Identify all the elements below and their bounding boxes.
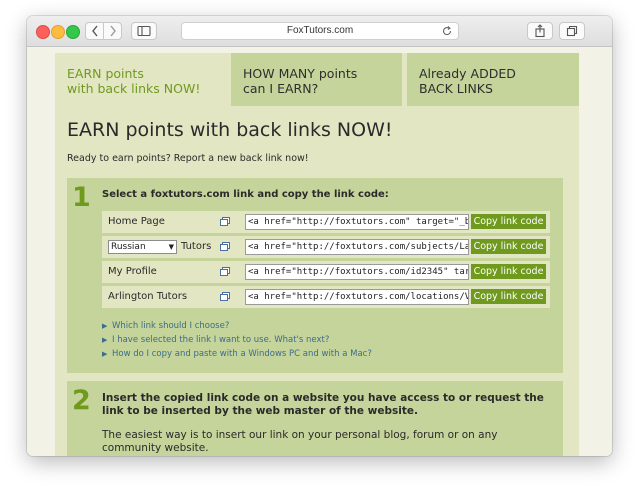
help-link-text: Which link should I choose? [112,321,230,331]
help-link-whats-next[interactable]: ▶ I have selected the link I want to use… [102,333,372,347]
share-button[interactable] [527,22,553,40]
link-code-field[interactable]: <a href="http://foxtutors.com/id2345" ta… [245,264,469,280]
browser-toolbar: FoxTutors.com [27,16,612,47]
address-bar[interactable]: FoxTutors.com [181,22,459,40]
copy-icon[interactable] [219,266,231,278]
minimize-window-button[interactable] [51,25,65,39]
sidebar-toggle-button[interactable] [131,22,157,40]
tabs-overview-button[interactable] [559,22,585,40]
link-row-arlington-tutors: Arlington Tutors <a href="http://foxtuto… [102,286,550,308]
chevron-left-icon [91,25,98,37]
step-description: The easiest way is to insert our link on… [102,429,498,454]
dropdown-arrow-icon: ▼ [168,243,174,251]
step-number: 1 [72,182,91,213]
step-title: Select a foxtutors.com link and copy the… [102,189,389,200]
browser-window: FoxTutors.com + EARN points with back li… [27,16,612,456]
zoom-window-button[interactable] [66,25,80,39]
page-title: EARN points with back links NOW! [67,119,393,141]
step-title: Insert the copied link code on a website… [102,392,544,417]
tab-label-line1: EARN points [67,66,144,81]
step-1-panel: 1 Select a foxtutors.com link and copy t… [67,178,563,373]
row-label: My Profile [108,266,157,277]
bullet-arrow-icon: ▶ [102,322,108,330]
chevron-right-icon [109,25,116,37]
link-row-home-page: Home Page <a href="http://foxtutors.com"… [102,211,550,233]
url-text: FoxTutors.com [286,25,354,36]
tab-label-line1: HOW MANY points [243,66,358,81]
bullet-arrow-icon: ▶ [102,350,108,358]
tab-how-many-points[interactable]: HOW MANY points can I EARN? [231,53,402,106]
share-icon [535,24,545,38]
link-code-field[interactable]: <a href="http://foxtutors.com" target="_… [245,214,469,230]
help-link-copy-paste[interactable]: ▶ How do I copy and paste with a Windows… [102,347,372,361]
copy-icon[interactable] [219,216,231,228]
page-content: EARN points with back links NOW! HOW MAN… [27,47,612,456]
step-number: 2 [72,385,91,416]
reload-icon[interactable] [441,25,453,37]
tab-label-line2: with back links NOW! [67,81,201,96]
link-row-my-profile: My Profile <a href="http://foxtutors.com… [102,261,550,283]
tab-label-line1: Already ADDED [419,66,516,81]
help-link-which-link[interactable]: ▶ Which link should I choose? [102,319,372,333]
sidebar-icon [137,25,151,37]
copy-link-code-button[interactable]: Copy link code [471,214,546,229]
link-code-table: Home Page <a href="http://foxtutors.com"… [102,211,550,311]
tab-earn-points[interactable]: EARN points with back links NOW! [55,53,226,106]
content-box: EARN points with back links NOW! HOW MAN… [55,53,579,456]
intro-text: Ready to earn points? Report a new back … [67,153,309,164]
row-label-suffix: Tutors [181,241,212,252]
copy-link-code-button[interactable]: Copy link code [471,239,546,254]
step-2-panel: 2 Insert the copied link code on a websi… [67,381,563,456]
close-window-button[interactable] [36,25,50,39]
copy-icon[interactable] [219,241,231,253]
copy-icon[interactable] [219,291,231,303]
bullet-arrow-icon: ▶ [102,336,108,344]
row-label: Arlington Tutors [108,291,188,302]
back-button[interactable] [85,22,104,40]
language-select[interactable]: Russian ▼ [108,240,177,254]
copy-link-code-button[interactable]: Copy link code [471,289,546,304]
link-code-field[interactable]: <a href="http://foxtutors.com/locations/… [245,289,469,305]
row-label: Home Page [108,216,165,227]
tabs-overview-icon [566,25,578,37]
help-link-text: How do I copy and paste with a Windows P… [112,349,372,359]
link-code-field[interactable]: <a href="http://foxtutors.com/subjects/L… [245,239,469,255]
language-select-value: Russian [111,242,146,252]
link-row-language-tutors: Russian ▼ Tutors <a href="http://foxtuto… [102,236,550,258]
tab-label-line2: can I EARN? [243,81,319,96]
forward-button[interactable] [103,22,122,40]
help-links: ▶ Which link should I choose? ▶ I have s… [102,319,372,361]
help-link-text: I have selected the link I want to use. … [112,335,330,345]
tab-label-line2: BACK LINKS [419,81,493,96]
copy-link-code-button[interactable]: Copy link code [471,264,546,279]
tab-already-added[interactable]: Already ADDED BACK LINKS [407,53,579,106]
